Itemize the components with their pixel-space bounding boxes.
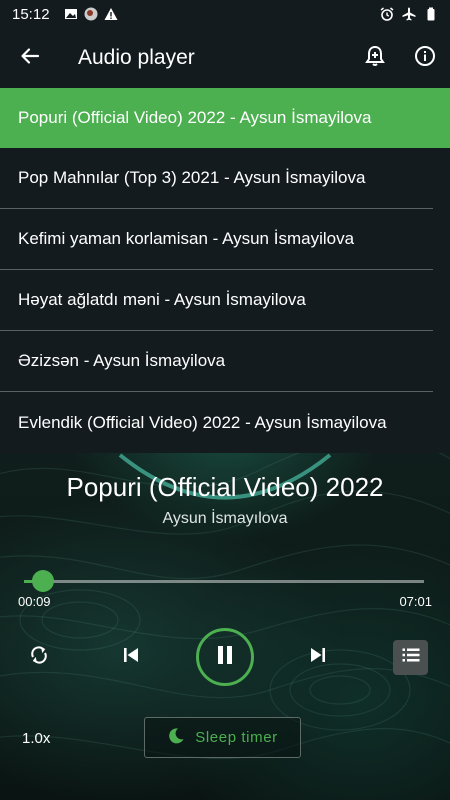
moon-icon bbox=[167, 727, 185, 749]
list-item[interactable]: Popuri (Official Video) 2022 - Aysun İsm… bbox=[0, 88, 450, 148]
total-time: 07:01 bbox=[399, 594, 432, 609]
track-label: Pop Mahnılar (Top 3) 2021 - Aysun İsmayi… bbox=[18, 168, 366, 187]
playback-speed[interactable]: 1.0x bbox=[22, 730, 50, 747]
sleep-timer-label: Sleep timer bbox=[195, 729, 278, 746]
seek-progress bbox=[24, 580, 33, 583]
sleep-timer-button[interactable]: Sleep timer bbox=[144, 717, 301, 758]
status-bar: 15:12 bbox=[0, 0, 450, 28]
info-button[interactable] bbox=[400, 28, 450, 88]
previous-icon bbox=[121, 645, 141, 670]
airplane-icon bbox=[402, 7, 416, 21]
pause-icon bbox=[214, 644, 236, 671]
playlist: Popuri (Official Video) 2022 - Aysun İsm… bbox=[0, 88, 450, 453]
seek-track bbox=[24, 580, 424, 583]
track-label: Əzizsən - Aysun İsmayilova bbox=[18, 351, 226, 370]
seek-bar[interactable] bbox=[24, 570, 424, 592]
list-item[interactable]: Kefimi yaman korlamisan - Aysun İsmayilo… bbox=[0, 209, 433, 270]
pause-button[interactable] bbox=[196, 628, 254, 686]
track-label: Evlendik (Official Video) 2022 - Aysun İ… bbox=[18, 412, 387, 432]
back-button[interactable] bbox=[0, 28, 60, 88]
app-bar: Audio player bbox=[0, 28, 450, 88]
add-alarm-button[interactable] bbox=[350, 28, 400, 88]
track-label: Kefimi yaman korlamisan - Aysun İsmayilo… bbox=[18, 229, 355, 248]
list-item[interactable]: Evlendik (Official Video) 2022 - Aysun İ… bbox=[0, 392, 433, 453]
previous-button[interactable] bbox=[114, 640, 148, 674]
page-title: Audio player bbox=[78, 46, 195, 69]
battery-icon bbox=[424, 7, 438, 21]
current-time: 00:09 bbox=[18, 594, 51, 609]
list-item[interactable]: Əzizsən - Aysun İsmayilova bbox=[0, 331, 433, 392]
now-playing-artist: Aysun İsmayılova bbox=[162, 510, 288, 527]
back-arrow-icon bbox=[20, 46, 40, 71]
track-label: Popuri (Official Video) 2022 - Aysun İsm… bbox=[18, 108, 372, 127]
info-icon bbox=[414, 45, 436, 72]
queue-button[interactable] bbox=[393, 640, 428, 675]
track-label: Həyat ağlatdı məni - Aysun İsmayilova bbox=[18, 290, 306, 309]
alarm-add-icon bbox=[364, 45, 386, 72]
seek-thumb[interactable] bbox=[32, 570, 55, 592]
now-playing-title: Popuri (Official Video) 2022 bbox=[66, 472, 384, 502]
repeat-icon bbox=[28, 644, 50, 671]
list-item[interactable]: Pop Mahnılar (Top 3) 2021 - Aysun İsmayi… bbox=[0, 148, 433, 209]
next-icon bbox=[308, 645, 328, 670]
queue-icon bbox=[401, 645, 421, 670]
list-item[interactable]: Həyat ağlatdı məni - Aysun İsmayilova bbox=[0, 270, 433, 331]
status-time: 15:12 bbox=[12, 5, 50, 23]
alarm-icon bbox=[380, 7, 394, 21]
next-button[interactable] bbox=[301, 640, 335, 674]
avatar-icon bbox=[84, 7, 98, 21]
repeat-button[interactable] bbox=[22, 640, 56, 674]
playback-controls bbox=[0, 628, 450, 686]
warning-icon bbox=[104, 7, 118, 21]
image-icon bbox=[64, 7, 78, 21]
